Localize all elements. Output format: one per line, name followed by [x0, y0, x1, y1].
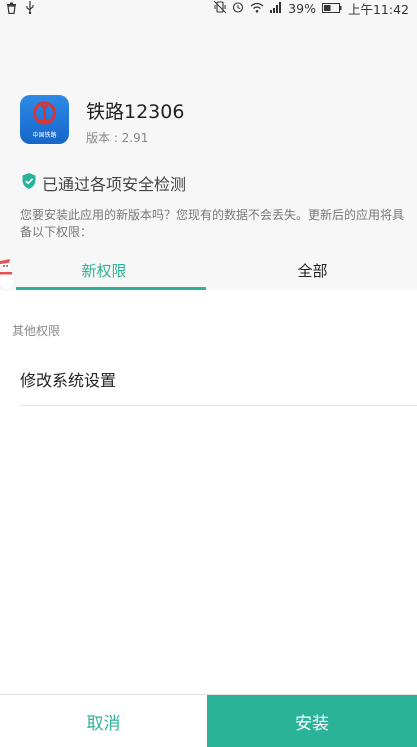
- security-text: 已通过各项安全检测: [42, 175, 187, 194]
- update-description: 您要安装此应用的新版本吗？您现有的数据不会丢失。更新后的应用将具备以下权限：: [20, 208, 405, 239]
- wifi-icon: [250, 1, 264, 16]
- shield-check-icon: [22, 173, 36, 193]
- status-bar: 39% 上午11:42: [0, 0, 417, 17]
- clock-time: 上午11:42: [347, 1, 409, 17]
- vibrate-icon: [213, 0, 227, 16]
- security-check: 已通过各项安全检测: [22, 171, 186, 195]
- app-icon-label: 中国铁路: [32, 131, 56, 139]
- cancel-button[interactable]: 取消: [0, 695, 207, 747]
- tab-indicator: [16, 287, 206, 290]
- battery-percent: 39%: [288, 0, 316, 16]
- header-background: [0, 0, 417, 290]
- app-icon: 中国铁路: [20, 95, 69, 144]
- usb-icon: [25, 1, 35, 17]
- alarm-icon: [232, 1, 244, 16]
- trash-icon: [6, 2, 17, 17]
- signal-icon: [270, 1, 282, 16]
- divider: [20, 405, 417, 406]
- permission-item: 修改系统设置: [20, 371, 117, 390]
- tab-all-permissions[interactable]: 全部: [208, 250, 417, 290]
- snowman-icon: [0, 256, 22, 292]
- permission-tabs: 新权限 全部: [0, 250, 417, 290]
- battery-icon: [321, 1, 342, 16]
- app-version: 版本 : 2.91: [86, 131, 149, 145]
- app-name: 铁路12306: [86, 101, 185, 123]
- tab-new-permissions[interactable]: 新权限: [0, 250, 208, 290]
- install-button[interactable]: 安装: [207, 695, 417, 747]
- section-label: 其他权限: [12, 324, 61, 338]
